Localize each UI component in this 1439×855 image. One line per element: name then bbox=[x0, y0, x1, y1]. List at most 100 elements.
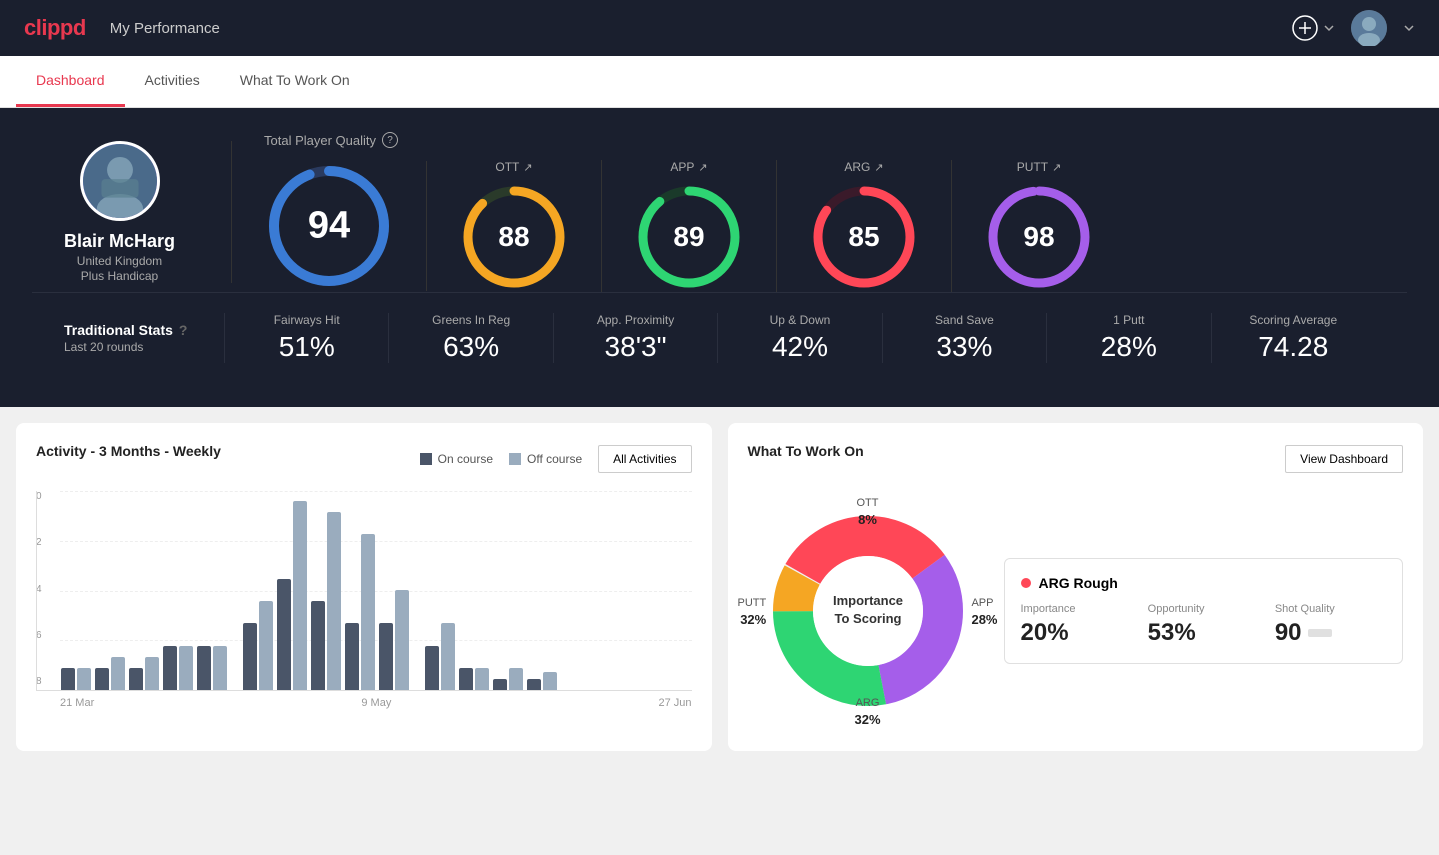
svg-text:To Scoring: To Scoring bbox=[834, 611, 901, 626]
bar-group bbox=[379, 590, 409, 690]
trad-stats-label: Traditional Stats ? Last 20 rounds bbox=[64, 322, 224, 354]
hero-section: Blair McHarg United Kingdom Plus Handica… bbox=[0, 108, 1439, 407]
bottom-section: Activity - 3 Months - Weekly On course O… bbox=[0, 407, 1439, 767]
bar-offcourse bbox=[543, 672, 557, 690]
header-left: clippd My Performance bbox=[24, 15, 220, 41]
putt-value: 98 bbox=[1023, 221, 1054, 253]
oncourse-icon bbox=[420, 453, 432, 465]
bar-group bbox=[243, 601, 273, 690]
stat-updown: Up & Down 42% bbox=[717, 313, 881, 363]
detail-category: ARG Rough bbox=[1039, 575, 1118, 591]
bar-offcourse bbox=[77, 668, 91, 690]
arg-label: ARG bbox=[844, 160, 870, 174]
bar-group bbox=[493, 668, 523, 690]
seg-app: APP 28% bbox=[971, 593, 997, 629]
bar-offcourse bbox=[179, 646, 193, 690]
wtwo-detail-card: ARG Rough Importance 20% Opportunity 53%… bbox=[1004, 558, 1404, 664]
wtwo-panel: What To Work On View Dashboard bbox=[728, 423, 1424, 751]
player-info: Blair McHarg United Kingdom Plus Handica… bbox=[32, 141, 232, 283]
ott-label: OTT bbox=[495, 160, 519, 174]
bar-offcourse bbox=[293, 501, 307, 690]
bar-offcourse bbox=[327, 512, 341, 690]
detail-dot bbox=[1021, 578, 1031, 588]
metric-arg: ARG ↗ 85 bbox=[777, 160, 952, 292]
logo-text: clippd bbox=[24, 15, 86, 41]
tab-activities[interactable]: Activities bbox=[125, 56, 220, 107]
detail-opportunity: Opportunity 53% bbox=[1148, 603, 1259, 647]
bar-offcourse bbox=[475, 668, 489, 690]
bar-oncourse bbox=[129, 668, 143, 690]
chart-legend: On course Off course All Activities bbox=[420, 445, 692, 473]
chart-header: Activity - 3 Months - Weekly On course O… bbox=[36, 443, 692, 475]
bar-oncourse bbox=[459, 668, 473, 690]
ott-value: 88 bbox=[498, 221, 529, 253]
header-right bbox=[1291, 10, 1415, 46]
bar-offcourse bbox=[441, 623, 455, 690]
wtwo-header: What To Work On View Dashboard bbox=[748, 443, 1404, 475]
bar-group bbox=[345, 534, 375, 690]
bar-offcourse bbox=[509, 668, 523, 690]
trad-label: Traditional Stats bbox=[64, 322, 173, 338]
activity-title: Activity - 3 Months - Weekly bbox=[36, 443, 221, 459]
x-label-may: 9 May bbox=[361, 697, 391, 709]
legend-offcourse: Off course bbox=[509, 452, 582, 466]
trad-help-icon[interactable]: ? bbox=[179, 322, 188, 338]
bar-oncourse bbox=[277, 579, 291, 690]
bar-group bbox=[425, 623, 455, 690]
x-label-jun: 27 Jun bbox=[658, 697, 691, 709]
donut-chart: Importance To Scoring OTT 8% APP 28% ARG… bbox=[748, 491, 988, 731]
quality-section: Total Player Quality ? 94 bbox=[232, 132, 1407, 292]
bar-group bbox=[459, 668, 489, 690]
stat-greens: Greens In Reg 63% bbox=[388, 313, 552, 363]
detail-importance: Importance 20% bbox=[1021, 603, 1132, 647]
putt-arrow: ↗ bbox=[1052, 161, 1061, 174]
bar-offcourse bbox=[213, 646, 227, 690]
stat-proximity: App. Proximity 38'3" bbox=[553, 313, 717, 363]
tab-what-to-work-on[interactable]: What To Work On bbox=[220, 56, 370, 107]
seg-ott: OTT 8% bbox=[857, 493, 879, 529]
logo: clippd bbox=[24, 15, 86, 41]
metric-app: APP ↗ 89 bbox=[602, 160, 777, 292]
detail-title: ARG Rough bbox=[1021, 575, 1387, 591]
avatar[interactable] bbox=[1351, 10, 1387, 46]
ott-arrow: ↗ bbox=[523, 161, 532, 174]
add-button[interactable] bbox=[1291, 14, 1335, 42]
bar-offcourse bbox=[111, 657, 125, 690]
traditional-stats: Traditional Stats ? Last 20 rounds Fairw… bbox=[32, 292, 1407, 383]
app-arrow: ↗ bbox=[698, 161, 707, 174]
tab-dashboard[interactable]: Dashboard bbox=[16, 56, 125, 107]
detail-grid: Importance 20% Opportunity 53% Shot Qual… bbox=[1021, 603, 1387, 647]
chart-bars bbox=[36, 491, 692, 691]
app-label: APP bbox=[670, 160, 694, 174]
arg-value: 85 bbox=[848, 221, 879, 253]
bar-group bbox=[197, 646, 227, 690]
player-avatar bbox=[80, 141, 160, 221]
bar-group bbox=[277, 501, 307, 690]
chevron-down-icon bbox=[1323, 22, 1335, 34]
player-country: United Kingdom bbox=[77, 254, 162, 268]
stat-sandsave: Sand Save 33% bbox=[882, 313, 1046, 363]
seg-putt: PUTT 32% bbox=[738, 593, 767, 629]
detail-shotquality: Shot Quality 90 bbox=[1275, 603, 1386, 647]
svg-text:Importance: Importance bbox=[832, 593, 902, 608]
view-dashboard-button[interactable]: View Dashboard bbox=[1285, 445, 1403, 473]
activity-panel: Activity - 3 Months - Weekly On course O… bbox=[16, 423, 712, 751]
quality-title: Total Player Quality ? bbox=[264, 132, 1375, 148]
all-activities-button[interactable]: All Activities bbox=[598, 445, 691, 473]
x-axis-labels: 21 Mar 9 May 27 Jun bbox=[36, 697, 692, 709]
chart-area: 8 6 4 2 0 21 Mar 9 May bbox=[36, 491, 692, 711]
bar-group bbox=[129, 657, 159, 690]
bar-offcourse bbox=[361, 534, 375, 690]
bar-offcourse bbox=[259, 601, 273, 690]
avatar-chevron-icon bbox=[1403, 22, 1415, 34]
bar-oncourse bbox=[95, 668, 109, 690]
bar-oncourse bbox=[163, 646, 177, 690]
help-icon[interactable]: ? bbox=[382, 132, 398, 148]
main-metric-card: 94 bbox=[264, 161, 427, 291]
bar-group bbox=[95, 657, 125, 690]
bar-group bbox=[527, 672, 557, 690]
bar-oncourse bbox=[61, 668, 75, 690]
bar-oncourse bbox=[311, 601, 325, 690]
header-title: My Performance bbox=[110, 20, 220, 37]
bar-oncourse bbox=[197, 646, 211, 690]
